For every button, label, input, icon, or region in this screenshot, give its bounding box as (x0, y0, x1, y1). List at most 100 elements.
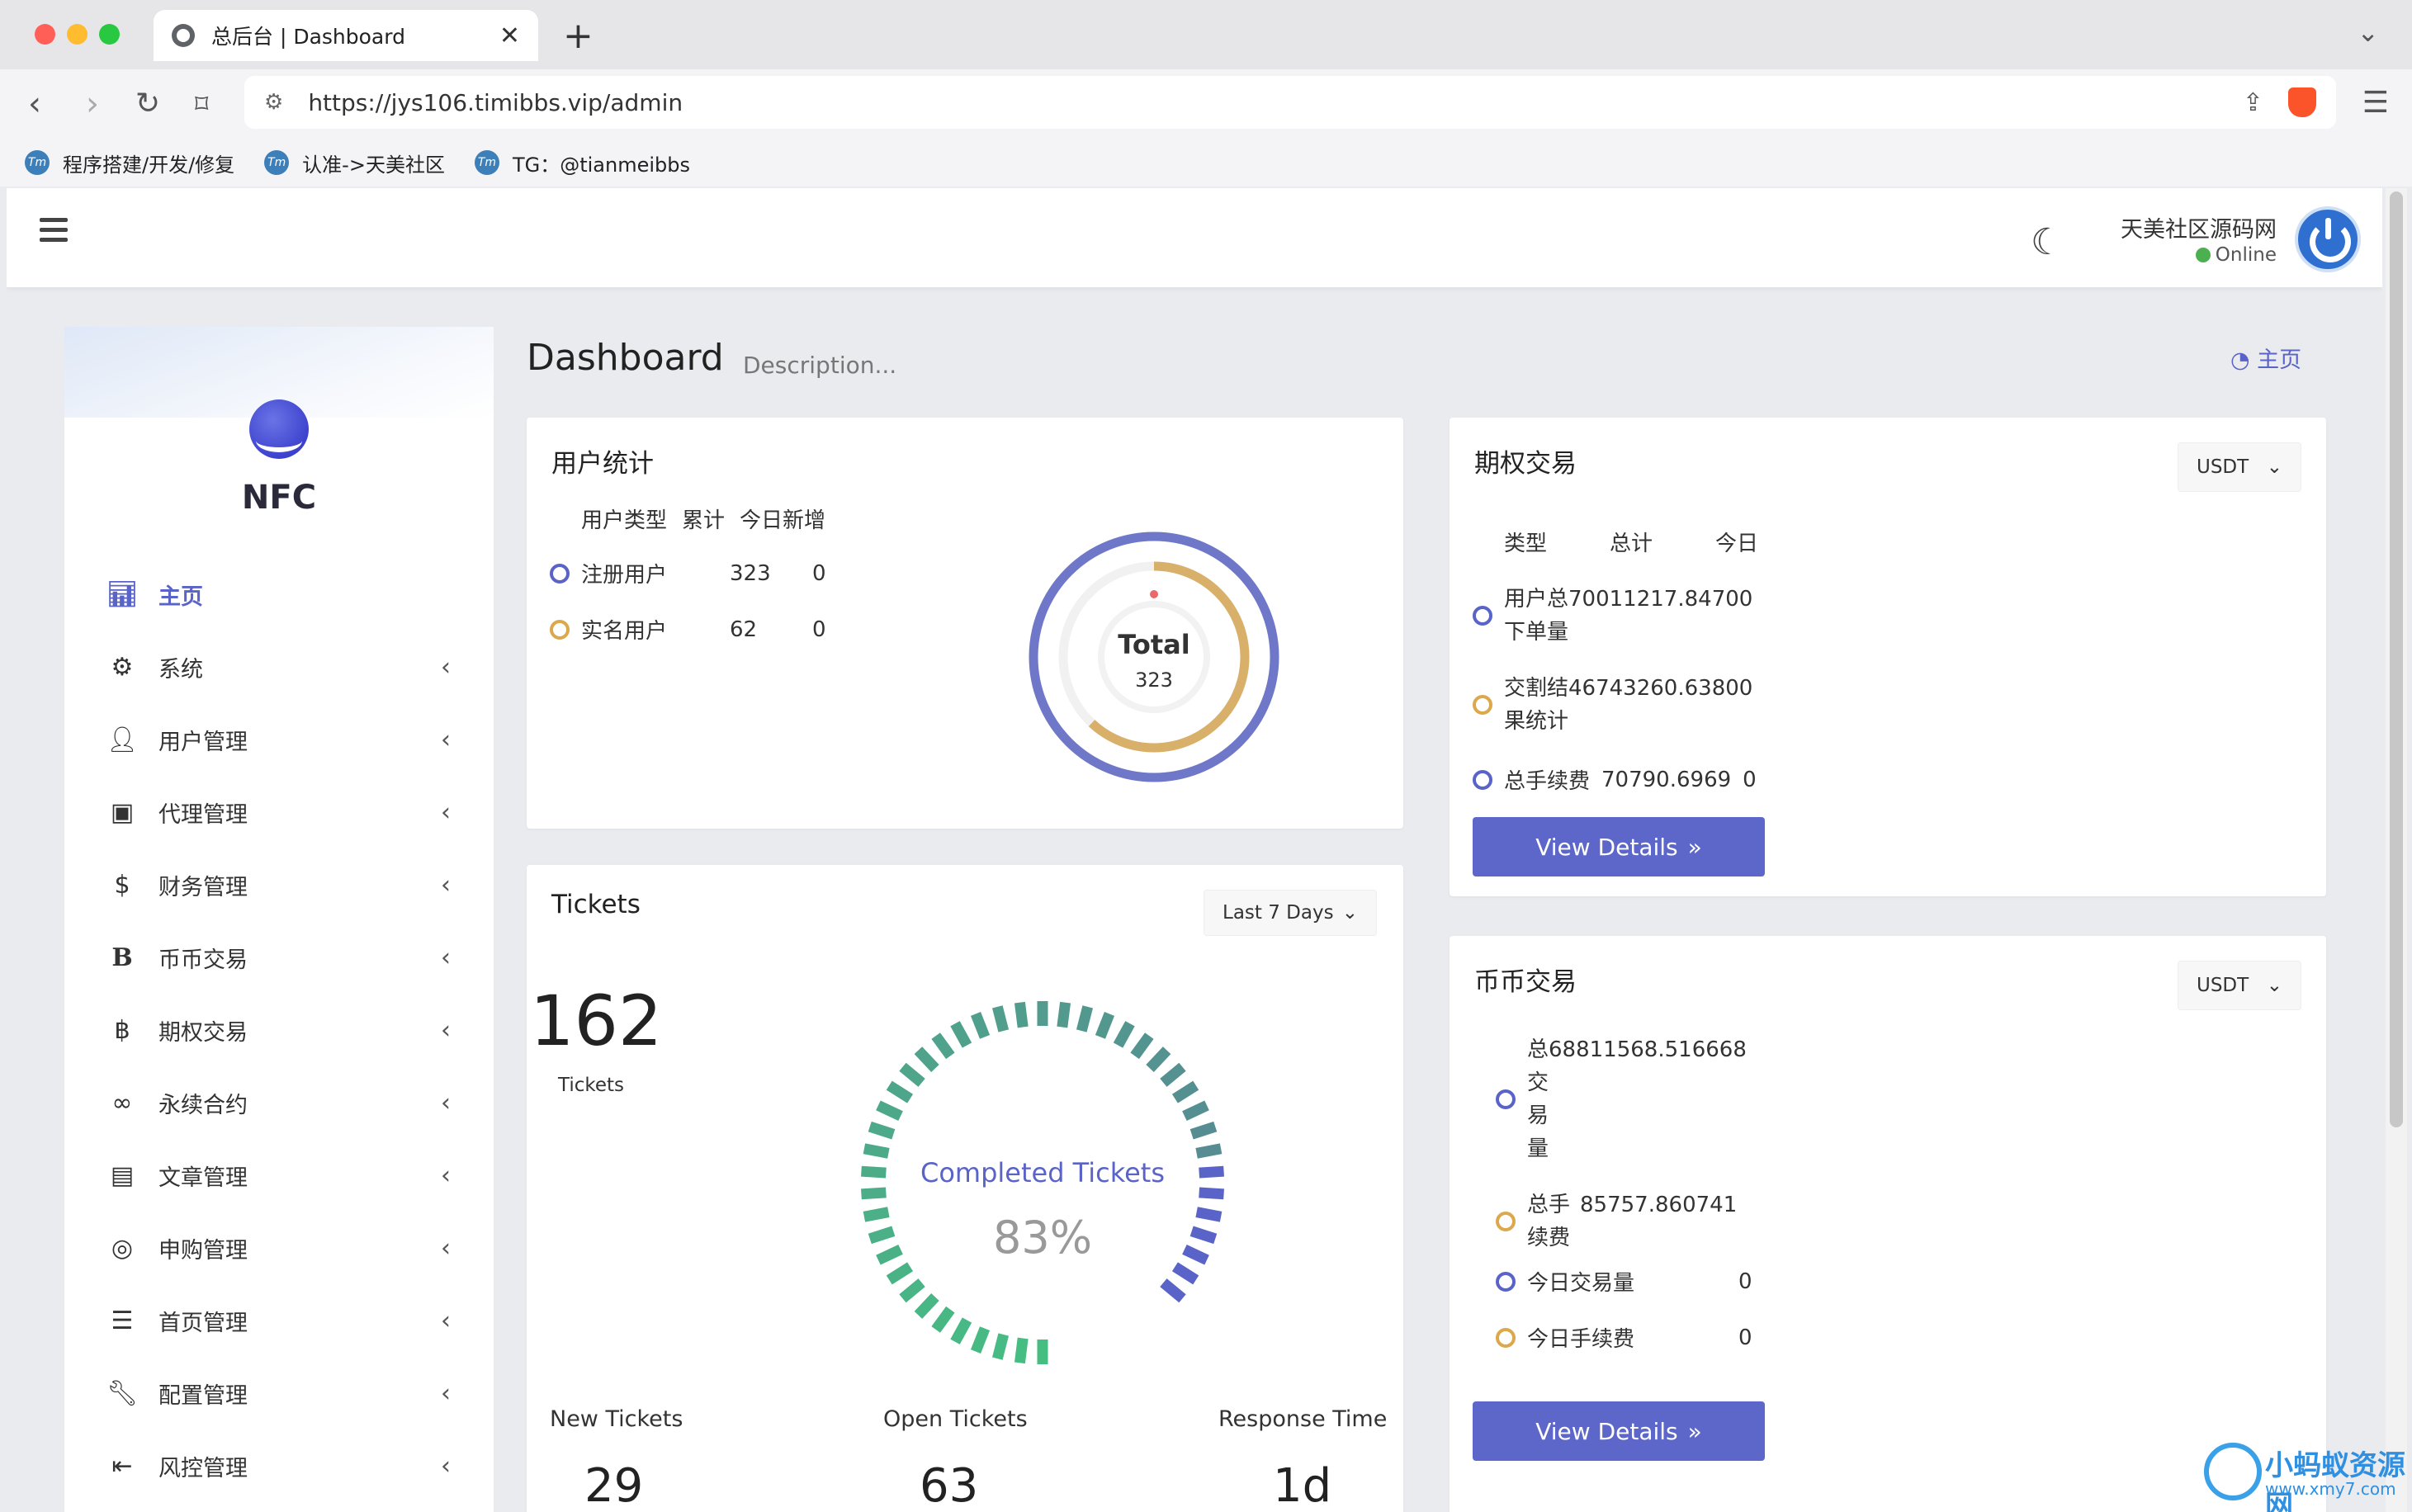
sidebar-menu: 📊︎ 主页 ⚙ 系统 ‹ 👤︎ 用户管理 ‹ ▣ 代理管理 ‹ $ 财务管理 ‹ B 币币交易 ‹ ฿… (64, 558, 494, 1502)
site-settings-icon[interactable]: ⚙ (264, 90, 283, 115)
browser-menu-icon[interactable]: ☰ (2362, 86, 2389, 120)
close-window-button[interactable] (35, 24, 55, 45)
chevron-left-icon: ‹ (441, 1306, 451, 1335)
blue-ring-icon (1496, 1089, 1516, 1109)
sidebar-item-spot[interactable]: B 币币交易 ‹ (64, 921, 494, 994)
tm-logo-icon: Tm (264, 150, 290, 175)
response-time-value: 1d (1273, 1459, 1332, 1512)
view-details-button[interactable]: View Details» (1473, 817, 1765, 876)
sidebar-item-subscription[interactable]: ◎ 申购管理 ‹ (64, 1212, 494, 1284)
sidebar-item-system[interactable]: ⚙ 系统 ‹ (64, 631, 494, 703)
tab-list-chevron-icon[interactable]: ⌄ (2357, 17, 2379, 48)
card-title: 币币交易 (1474, 967, 1577, 997)
gauge-tick (1014, 1337, 1029, 1364)
gauge-tick (886, 1262, 914, 1285)
gauge-tick (931, 1306, 955, 1333)
gauge-tick (1171, 1262, 1199, 1285)
gauge-tick (1160, 1062, 1186, 1087)
avatar[interactable] (2295, 206, 2361, 272)
currency-select[interactable]: USDT ⌄ (2178, 442, 2301, 492)
open-tickets-label: Open Tickets (883, 1406, 1028, 1432)
dollar-icon: $ (114, 870, 130, 900)
bookmark-item[interactable]: Tm 程序搭建/开发/修复 (25, 149, 234, 177)
gauge-tick (970, 1326, 991, 1354)
table-row: 总68811568.516668 交 易 量 (1496, 1033, 1747, 1165)
watermark-name: 小蚂蚁资源网 (2265, 1449, 2405, 1512)
table-row: 总手续费 70790.6969 0 (1473, 764, 1757, 795)
gauge-tick (868, 1121, 896, 1140)
sidebar-item-finance[interactable]: $ 财务管理 ‹ (64, 848, 494, 921)
sidebar-item-risk[interactable]: ⇤ 风控管理 ‹ (64, 1429, 494, 1502)
completed-tickets-gauge: Completed Tickets 83% (861, 1001, 1224, 1364)
gauge-tick (861, 1187, 887, 1200)
sidebar-item-homepage[interactable]: ☰ 首页管理 ‹ (64, 1284, 494, 1357)
sidebar-item-perpetual[interactable]: ∞ 永续合约 ‹ (64, 1066, 494, 1139)
gauge-tick (1195, 1207, 1223, 1222)
new-tab-button[interactable]: + (563, 15, 594, 57)
reload-icon[interactable]: ↻ (135, 84, 160, 124)
watermark: 小蚂蚁资源网 www.xmy7.com (2204, 1438, 2410, 1512)
user-name: 天美社区源码网 (2121, 217, 2277, 243)
chevron-left-icon: ‹ (441, 797, 451, 827)
page-scrollbar[interactable] (2386, 188, 2407, 1512)
row-label: 用户总70011217.84700 下单量 (1504, 587, 1753, 645)
chevron-left-icon: ‹ (441, 870, 451, 900)
maximize-window-button[interactable] (99, 24, 120, 45)
table-row: 注册用户 323 0 (550, 558, 826, 588)
donut-label: Total (1118, 629, 1189, 660)
date-range-select[interactable]: Last 7 Days ⌄ (1204, 890, 1377, 936)
logo-text: NFC (241, 479, 317, 517)
address-bar[interactable]: ⚙ https://jys106.timibbs.vip/admin ⇪ (244, 76, 2336, 129)
admin-page: ☾ 天美社区源码网 Online NFC 📊︎ 主页 ⚙ 系统 ‹ 👤︎ 用户管理 ‹ ▣… (7, 188, 2382, 1512)
scrollbar-thumb[interactable] (2390, 191, 2403, 1127)
card-title: 期权交易 (1474, 449, 1577, 479)
ticket-count: 162 (530, 980, 663, 1061)
card-title: Tickets (551, 890, 641, 919)
url-text[interactable]: https://jys106.timibbs.vip/admin (308, 89, 2243, 116)
gauge-tick (931, 1032, 955, 1060)
dark-mode-moon-icon[interactable]: ☾ (2031, 221, 2063, 263)
view-details-button[interactable]: View Details» (1473, 1401, 1765, 1461)
sidebar-item-config[interactable]: 🔧︎ 配置管理 ‹ (64, 1357, 494, 1429)
chevron-left-icon: ‹ (441, 725, 451, 754)
back-icon[interactable]: ‹ (28, 84, 41, 124)
gauge-tick (1076, 1005, 1094, 1032)
chevron-down-icon: ⌄ (2266, 975, 2282, 996)
admin-topbar: ☾ 天美社区源码网 Online (7, 188, 2382, 287)
breadcrumb[interactable]: ◔ 主页 (2230, 342, 2301, 374)
sidebar-item-home[interactable]: 📊︎ 主页 (64, 558, 494, 631)
gauge-tick (950, 1317, 972, 1344)
sidebar-item-users[interactable]: 👤︎ 用户管理 ‹ (64, 703, 494, 776)
globe-icon (172, 24, 195, 47)
bookmark-icon[interactable]: ⌑ (195, 84, 208, 124)
gauge-tick (1189, 1226, 1218, 1245)
gauge-tick (1171, 1080, 1199, 1103)
spot-trading-card: 币币交易 USDT ⌄ 总68811568.516668 交 易 量 总手 8575… (1450, 936, 2326, 1512)
bookmark-item[interactable]: Tm TG：@tianmeibbs (474, 149, 690, 177)
options-header: 类型 总计 今日 (1504, 532, 1759, 556)
double-chevron-right-icon: » (1687, 833, 1702, 861)
row-label: 总手 85757.860741 续费 (1527, 1193, 1738, 1250)
share-icon[interactable]: ⇪ (2243, 88, 2263, 117)
blue-ring-icon (1473, 769, 1492, 790)
user-icon: 👤︎ (106, 725, 139, 754)
chevron-left-icon: ‹ (441, 943, 451, 972)
sidebar-item-articles[interactable]: ▤ 文章管理 ‹ (64, 1139, 494, 1212)
sidebar-item-agents[interactable]: ▣ 代理管理 ‹ (64, 776, 494, 848)
page-title: Dashboard (527, 337, 724, 379)
online-dot-icon (2195, 248, 2211, 262)
tab-close-icon[interactable]: ✕ (499, 21, 520, 50)
brave-shield-icon[interactable] (2288, 87, 2316, 117)
forward-icon[interactable]: › (86, 84, 99, 124)
sidebar-item-options[interactable]: ฿期权交易 ‹ (64, 994, 494, 1066)
bookmark-item[interactable]: Tm 认准->天美社区 (264, 149, 445, 177)
gauge-tick (950, 1021, 972, 1048)
chevron-down-icon: ⌄ (1341, 902, 1358, 924)
list-icon: ☰ (111, 1306, 134, 1335)
currency-select[interactable]: USDT ⌄ (2178, 961, 2301, 1010)
minimize-window-button[interactable] (67, 24, 87, 45)
bookmarks-bar: Tm 程序搭建/开发/修复 Tm 认准->天美社区 Tm TG：@tianmeibbs (0, 139, 2412, 187)
chevron-left-icon: ‹ (441, 652, 451, 682)
browser-tab[interactable]: 总后台 | Dashboard ✕ (154, 10, 538, 61)
hamburger-menu-icon[interactable] (40, 218, 68, 248)
